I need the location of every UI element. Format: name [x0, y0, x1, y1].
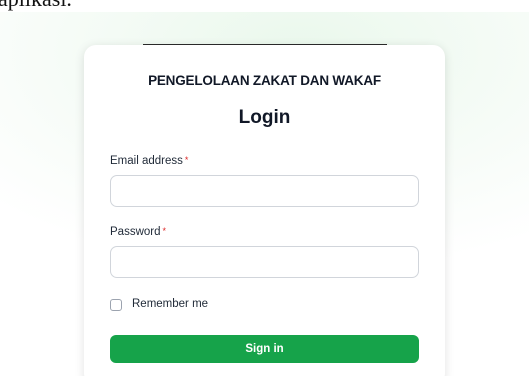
- login-screen: PENGELOLAAN ZAKAT DAN WAKAF Login Email …: [0, 12, 529, 376]
- login-heading: Login: [238, 107, 291, 128]
- document-caption-text: aplikasi.: [0, 0, 72, 12]
- remember-me-checkbox[interactable]: [110, 299, 122, 311]
- sign-in-button[interactable]: Sign in: [110, 335, 419, 363]
- email-label: Email address *: [110, 155, 188, 167]
- remember-me-label[interactable]: Remember me: [132, 298, 208, 310]
- email-field[interactable]: [110, 175, 419, 207]
- password-label: Password *: [110, 226, 166, 238]
- password-label-text: Password: [110, 226, 161, 238]
- email-required-mark: *: [184, 155, 189, 165]
- password-required-mark: *: [162, 226, 167, 236]
- email-label-text: Email address: [110, 155, 183, 167]
- app-title: PENGELOLAAN ZAKAT DAN WAKAF: [148, 73, 381, 88]
- document-caption-strip: aplikasi.: [0, 0, 529, 12]
- password-field[interactable]: [110, 246, 419, 278]
- login-card: PENGELOLAAN ZAKAT DAN WAKAF Login Email …: [84, 45, 445, 376]
